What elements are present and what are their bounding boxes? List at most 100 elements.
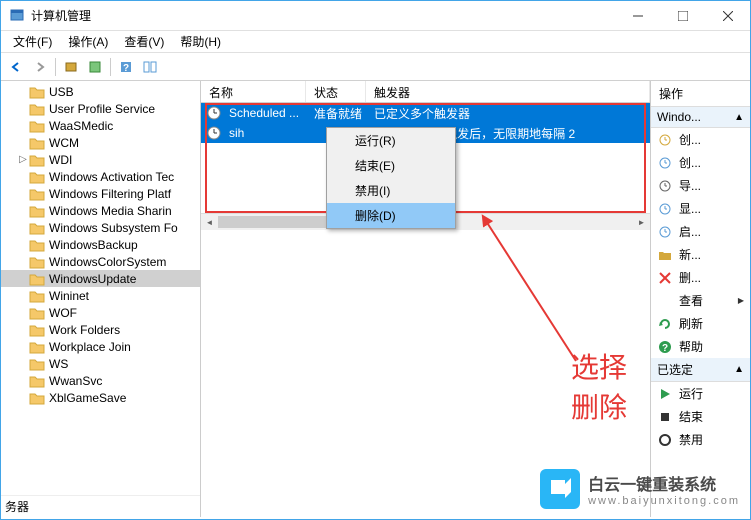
tree-label: XblGameSave [49,391,126,405]
tree-label: Work Folders [49,323,120,337]
tree-item[interactable]: Work Folders [1,321,200,338]
action-item[interactable]: 禁用 [651,428,750,451]
import-icon [657,178,673,194]
folder-icon [29,170,45,184]
context-menu: 运行(R) 结束(E) 禁用(I) 删除(D) [326,127,456,229]
tree-item[interactable]: Workplace Join [1,338,200,355]
action-label: 启... [679,223,744,240]
folder-icon [29,323,45,337]
task-row[interactable]: Scheduled ... 准备就绪 已定义多个触发器 [201,103,650,123]
action-view[interactable]: 查看 ▶ [651,289,750,312]
menu-view[interactable]: 查看(V) [116,31,172,52]
ctx-run[interactable]: 运行(R) [327,128,455,153]
tree-item[interactable]: USB [1,83,200,100]
tree-item[interactable]: XblGameSave [1,389,200,406]
toolbar-back[interactable] [5,56,27,78]
toolbar-help[interactable]: ? [115,56,137,78]
tree-item[interactable]: ▷WDI [1,151,200,168]
clock-new2-icon [657,155,673,171]
tree-label: Wininet [49,289,89,303]
folder-icon [29,255,45,269]
action-item[interactable]: 创... [651,151,750,174]
ctx-disable[interactable]: 禁用(I) [327,178,455,203]
content-panel: 名称 状态 触发器 Scheduled ... 准备就绪 已定义多个触发器 si… [201,81,650,517]
clock-icon [207,126,221,140]
action-item[interactable]: 刷新 [651,312,750,335]
action-label: 运行 [679,385,744,402]
toolbar-btn-1[interactable] [60,56,82,78]
tree-label: WaaSMedic [49,119,113,133]
close-button[interactable] [705,1,750,31]
toolbar-forward[interactable] [29,56,51,78]
action-item[interactable]: 导... [651,174,750,197]
action-label: 创... [679,154,744,171]
action-item[interactable]: 启... [651,220,750,243]
action-item[interactable]: ? 帮助 [651,335,750,358]
action-label: 刷新 [679,315,744,332]
col-name[interactable]: 名称 [201,81,306,102]
col-trigger[interactable]: 触发器 [366,81,650,102]
action-label: 新... [679,246,744,263]
tree-label: WOF [49,306,77,320]
action-panel: 操作 Windo... ▲ 创... 创... 导... 显... 启... 新... 删.… [650,81,750,517]
tree-item[interactable]: WaaSMedic [1,117,200,134]
tree-item[interactable]: WindowsUpdate [1,270,200,287]
folder-icon [29,306,45,320]
folder-icon [29,119,45,133]
ctx-delete[interactable]: 删除(D) [327,203,455,228]
action-item[interactable]: 新... [651,243,750,266]
tree-label: Windows Activation Tec [49,170,174,184]
action-label: 帮助 [679,338,744,355]
maximize-button[interactable] [660,1,705,31]
tree-panel: USB User Profile Service WaaSMedic WCM▷WDI W… [1,81,201,517]
tree-item[interactable]: User Profile Service [1,100,200,117]
tree-item[interactable]: WindowsColorSystem [1,253,200,270]
tree-item[interactable]: WOF [1,304,200,321]
tree-item[interactable]: Windows Media Sharin [1,202,200,219]
tree-expand-icon[interactable]: ▷ [17,154,29,165]
folder-icon [29,391,45,405]
tree-item[interactable]: WindowsBackup [1,236,200,253]
folder-icon [29,204,45,218]
minimize-button[interactable] [615,1,660,31]
action-item[interactable]: 结束 [651,405,750,428]
action-label: 导... [679,177,744,194]
toolbar: ? [1,53,750,81]
action-item[interactable]: 创... [651,128,750,151]
folder-icon [29,289,45,303]
col-status[interactable]: 状态 [306,81,366,102]
action-section-1[interactable]: Windo... ▲ [651,107,750,128]
tree-item[interactable]: Windows Activation Tec [1,168,200,185]
action-item[interactable]: 运行 [651,382,750,405]
cell-status: 准备就绪 [306,105,366,122]
tree-item[interactable]: Windows Filtering Platf [1,185,200,202]
tree-label: Windows Media Sharin [49,204,172,218]
svg-text:?: ? [123,63,129,74]
folder-icon [29,374,45,388]
refresh-icon [657,316,673,332]
tree-bottom-label: 务器 [1,495,200,517]
tree-item[interactable]: WS [1,355,200,372]
action-item[interactable]: 删... [651,266,750,289]
menu-file[interactable]: 文件(F) [5,31,60,52]
tree-label: Windows Subsystem Fo [49,221,178,235]
tree-label: Workplace Join [49,340,131,354]
toolbar-btn-2[interactable] [84,56,106,78]
tree-item[interactable]: Wininet [1,287,200,304]
ctx-end[interactable]: 结束(E) [327,153,455,178]
tree-label: WCM [49,136,79,150]
tree-item[interactable]: WCM [1,134,200,151]
action-header: 操作 [651,81,750,107]
tree-item[interactable]: WwanSvc [1,372,200,389]
action-label: 删... [679,269,744,286]
tree-label: User Profile Service [49,102,155,116]
help-icon: ? [657,339,673,355]
action-item[interactable]: 显... [651,197,750,220]
action-section-2[interactable]: 已选定 ▲ [651,358,750,382]
tree-item[interactable]: Windows Subsystem Fo [1,219,200,236]
toolbar-btn-3[interactable] [139,56,161,78]
folder-icon [29,187,45,201]
menu-action[interactable]: 操作(A) [60,31,116,52]
tree-label: WindowsUpdate [49,272,136,286]
menu-help[interactable]: 帮助(H) [172,31,229,52]
